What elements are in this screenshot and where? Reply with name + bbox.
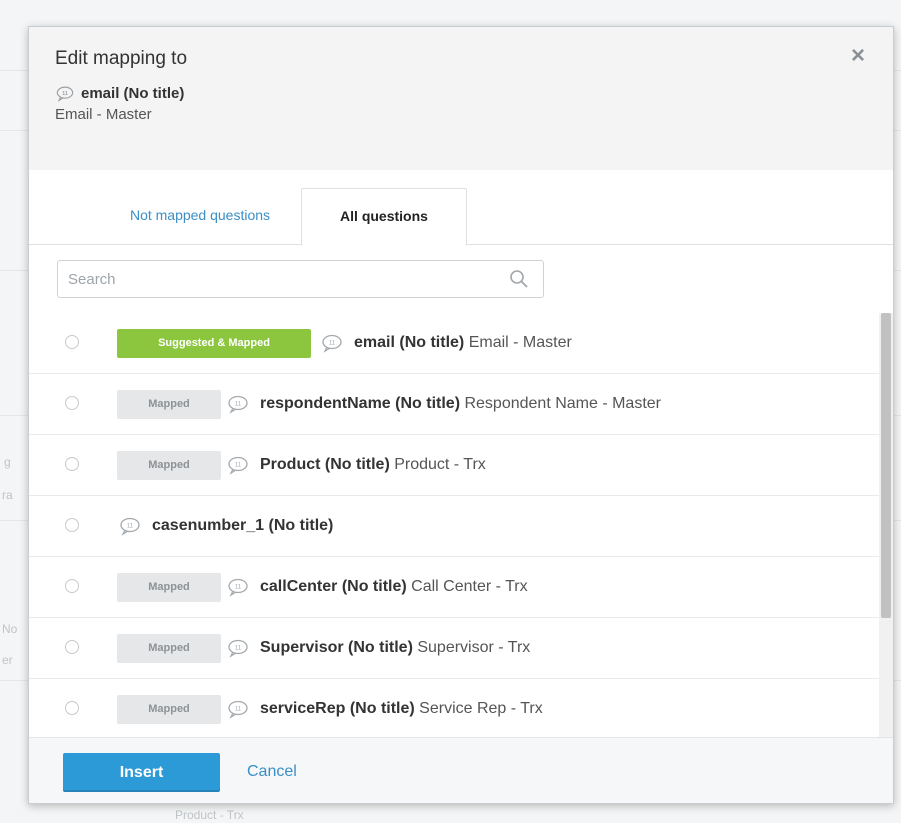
dialog-header: Edit mapping to 11 email (No title) Emai…: [29, 27, 893, 170]
question-text: callCenter (No title) Call Center - Trx: [260, 577, 528, 597]
question-list: Suggested & Mapped 11 email (No title) Ema…: [29, 313, 881, 737]
question-name: email (No title): [354, 334, 465, 351]
question-description: Respondent Name - Master: [464, 395, 661, 412]
question-row[interactable]: Mapped 11 callCenter (No title) Call Cente…: [29, 557, 881, 618]
question-radio[interactable]: [65, 579, 79, 593]
target-question-desc: Email - Master: [55, 106, 152, 123]
background-text: Product - Trx: [175, 808, 244, 822]
mapped-badge: Mapped: [117, 634, 221, 663]
mapped-badge: Mapped: [117, 695, 221, 724]
svg-text:11: 11: [235, 707, 242, 713]
question-text: respondentName (No title) Respondent Nam…: [260, 394, 661, 414]
question-name: callCenter (No title): [260, 578, 407, 595]
speech-bubble-icon: 11: [228, 700, 248, 719]
svg-text:11: 11: [235, 585, 242, 591]
question-description: Service Rep - Trx: [419, 700, 543, 717]
question-text: Product (No title) Product - Trx: [260, 455, 486, 475]
question-description: Product - Trx: [394, 456, 486, 473]
svg-text:11: 11: [329, 341, 336, 347]
svg-text:11: 11: [127, 524, 134, 530]
question-radio[interactable]: [65, 701, 79, 715]
dialog-title: Edit mapping to: [55, 48, 188, 69]
question-radio[interactable]: [65, 335, 79, 349]
question-row[interactable]: Mapped 11 respondentName (No title) Respon…: [29, 374, 881, 435]
question-name: Product (No title): [260, 456, 390, 473]
mapped-badge: Mapped: [117, 390, 221, 419]
tab-all-questions[interactable]: All questions: [301, 188, 467, 246]
search-box: [57, 260, 544, 298]
edit-mapping-dialog: Edit mapping to 11 email (No title) Emai…: [28, 26, 894, 804]
question-description: Email - Master: [468, 334, 572, 351]
question-text: serviceRep (No title) Service Rep - Trx: [260, 699, 543, 719]
svg-text:11: 11: [62, 91, 68, 97]
background-text: er: [2, 653, 13, 667]
question-name: serviceRep (No title): [260, 700, 415, 717]
question-text: casenumber_1 (No title): [152, 516, 333, 536]
background-text: ra: [2, 488, 13, 502]
mapped-badge: Mapped: [117, 573, 221, 602]
speech-bubble-icon: 11: [228, 395, 248, 414]
tab-not-mapped-questions[interactable]: Not mapped questions: [69, 188, 331, 245]
question-name: casenumber_1 (No title): [152, 517, 334, 534]
question-radio[interactable]: [65, 640, 79, 654]
svg-text:11: 11: [235, 463, 242, 469]
dialog-footer: Insert Cancel: [29, 737, 893, 803]
question-name: Supervisor (No title): [260, 639, 413, 656]
speech-bubble-icon: 11: [228, 456, 248, 475]
speech-bubble-icon: 11: [228, 639, 248, 658]
question-name: respondentName (No title): [260, 395, 461, 412]
question-description: Call Center - Trx: [411, 578, 528, 595]
suggested-mapped-badge: Suggested & Mapped: [117, 329, 311, 358]
question-row[interactable]: Mapped 11 Supervisor (No title) Supervisor…: [29, 618, 881, 679]
speech-bubble-icon: 11: [56, 86, 74, 102]
speech-bubble-icon: 11: [322, 334, 342, 353]
target-question-name: email (No title): [81, 85, 185, 102]
question-radio[interactable]: [65, 396, 79, 410]
svg-text:11: 11: [235, 402, 242, 408]
question-tabs: Not mapped questions All questions: [29, 170, 893, 246]
question-radio[interactable]: [65, 518, 79, 532]
mapped-badge: Mapped: [117, 451, 221, 480]
question-row[interactable]: Suggested & Mapped 11 email (No title) Ema…: [29, 313, 881, 374]
search-input[interactable]: [58, 261, 518, 297]
background-text: No: [2, 622, 18, 636]
question-text: email (No title) Email - Master: [354, 333, 572, 353]
question-description: Supervisor - Trx: [417, 639, 531, 656]
svg-text:11: 11: [235, 646, 242, 652]
search-icon[interactable]: [509, 269, 529, 289]
question-row[interactable]: Mapped 11 serviceRep (No title) Service Re…: [29, 679, 881, 737]
question-text: Supervisor (No title) Supervisor - Trx: [260, 638, 530, 658]
background-text: g: [4, 455, 11, 469]
question-radio[interactable]: [65, 457, 79, 471]
insert-button[interactable]: Insert: [63, 753, 220, 792]
cancel-link[interactable]: Cancel: [247, 763, 297, 781]
speech-bubble-icon: 11: [228, 578, 248, 597]
speech-bubble-icon: 11: [120, 517, 140, 536]
question-row[interactable]: Mapped 11 Product (No title) Product - Trx: [29, 435, 881, 496]
target-question: 11 email (No title): [55, 85, 867, 102]
question-row[interactable]: 11 casenumber_1 (No title): [29, 496, 881, 557]
list-scrollbar-thumb[interactable]: [881, 313, 891, 618]
close-icon[interactable]: ×: [847, 44, 869, 68]
